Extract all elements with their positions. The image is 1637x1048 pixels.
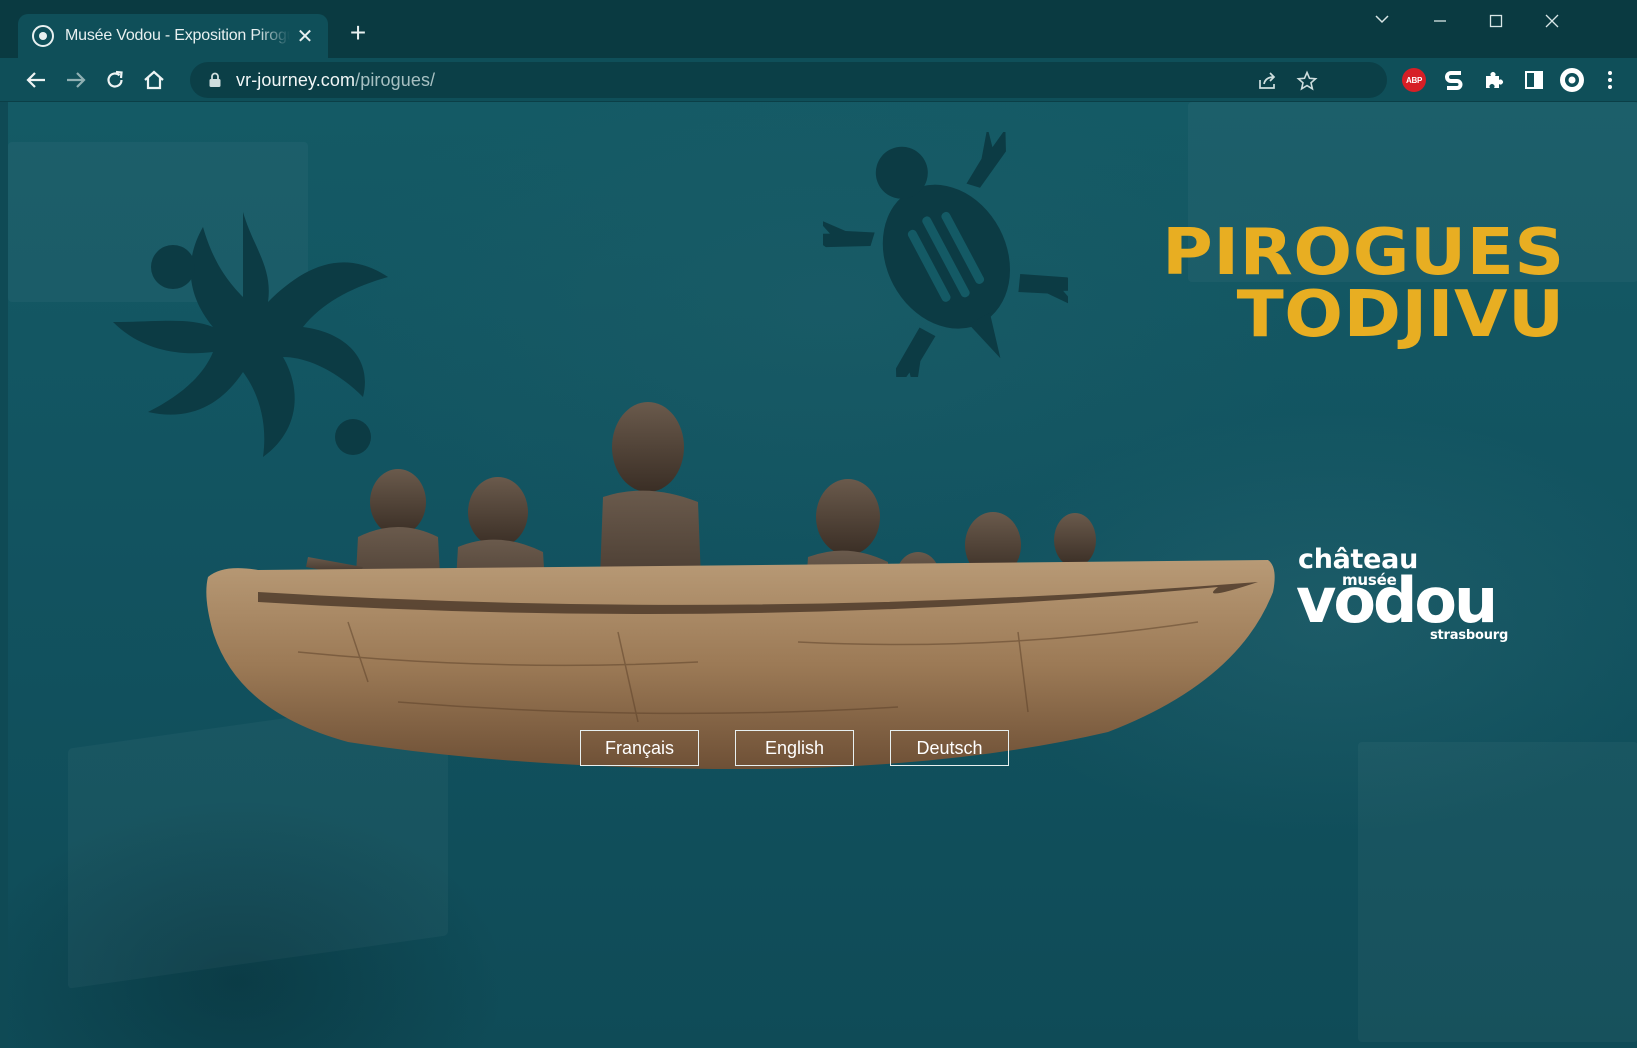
browser-toolbar: vr-journey.com/pirogues/ ABP xyxy=(0,58,1637,102)
page-content: PIROGUES TODJIVU château vodou musée str… xyxy=(8,102,1637,1048)
url-text[interactable]: vr-journey.com/pirogues/ xyxy=(236,70,435,91)
logo-strasbourg: strasbourg xyxy=(1430,628,1509,643)
s-extension-icon[interactable] xyxy=(1440,66,1468,94)
address-bar[interactable]: vr-journey.com/pirogues/ xyxy=(190,62,1387,98)
minimize-icon[interactable] xyxy=(1420,8,1460,36)
menu-dots-icon[interactable] xyxy=(1596,66,1624,94)
tab-strip: Musée Vodou - Exposition Pirogues ✕ + xyxy=(0,0,1637,58)
share-icon[interactable] xyxy=(1256,70,1278,92)
profile-icon[interactable] xyxy=(1558,66,1586,94)
maximize-icon[interactable] xyxy=(1476,8,1516,36)
puzzle-icon[interactable] xyxy=(1480,66,1508,94)
title-line-1: PIROGUES xyxy=(1162,216,1565,290)
url-domain: vr-journey.com xyxy=(236,69,356,90)
new-tab-button[interactable]: + xyxy=(344,19,372,48)
favicon-icon xyxy=(32,25,54,47)
close-window-icon[interactable] xyxy=(1532,8,1572,36)
close-tab-icon[interactable]: ✕ xyxy=(294,24,316,49)
lang-button-deutsch[interactable]: Deutsch xyxy=(890,730,1009,766)
lang-button-english[interactable]: English xyxy=(735,730,854,766)
lang-button-francais[interactable]: Français xyxy=(580,730,699,766)
active-tab[interactable]: Musée Vodou - Exposition Pirogues ✕ xyxy=(18,14,328,58)
background-panel xyxy=(1358,742,1637,1042)
url-path: /pirogues/ xyxy=(355,69,436,90)
sidepanel-icon[interactable] xyxy=(1520,66,1548,94)
reload-icon[interactable] xyxy=(101,66,129,94)
tab-title: Musée Vodou - Exposition Pirogues xyxy=(65,27,290,44)
abp-icon[interactable]: ABP xyxy=(1400,66,1428,94)
logo-musee: musée xyxy=(1342,571,1397,589)
home-icon[interactable] xyxy=(140,66,168,94)
browser-window: Musée Vodou - Exposition Pirogues ✕ + vr… xyxy=(0,0,1637,1048)
lock-icon[interactable] xyxy=(208,72,222,88)
tab-search-icon[interactable] xyxy=(1362,8,1402,36)
canoe-sculpture-image xyxy=(206,402,1275,770)
back-arrow-icon[interactable] xyxy=(22,66,50,94)
forward-arrow-icon[interactable] xyxy=(62,66,90,94)
bookmark-star-icon[interactable] xyxy=(1296,70,1318,92)
